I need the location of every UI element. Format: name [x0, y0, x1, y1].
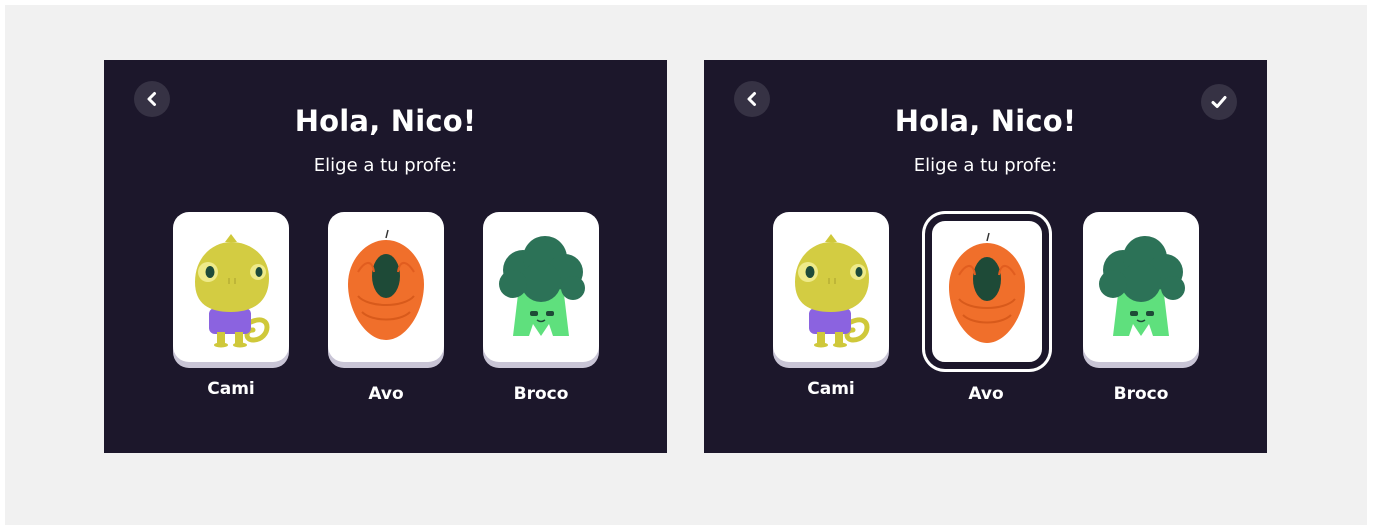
teacher-card-cami[interactable] [173, 212, 289, 362]
teacher-card-avo-selected[interactable] [929, 218, 1045, 365]
choose-teacher-subtitle: Elige a tu profe: [913, 155, 1058, 176]
teacher-card-broco[interactable] [1083, 212, 1199, 362]
teacher-name-avo: Avo [368, 384, 404, 404]
teacher-card-cami[interactable] [773, 212, 889, 362]
teacher-name-cami: Cami [207, 379, 255, 399]
teacher-select-screen-default: Hola, Nico! Elige a tu profe: Cami Avo B… [104, 60, 667, 453]
greeting-title: Hola, Nico! [894, 104, 1077, 138]
teacher-card-broco[interactable] [483, 212, 599, 362]
teacher-name-broco: Broco [513, 384, 569, 404]
teacher-name-broco: Broco [1113, 384, 1169, 404]
broccoli-avatar [1099, 236, 1185, 336]
avocado-avatar [348, 229, 424, 340]
broccoli-avatar [499, 236, 585, 336]
avocado-avatar [949, 232, 1025, 343]
teacher-select-screen-selected: Hola, Nico! Elige a tu profe: Cami Avo B… [704, 60, 1267, 453]
teacher-name-cami: Cami [807, 379, 855, 399]
teacher-card-avo[interactable] [328, 212, 444, 362]
chameleon-avatar [795, 234, 870, 348]
greeting-title: Hola, Nico! [294, 104, 477, 138]
chameleon-avatar [195, 234, 270, 348]
choose-teacher-subtitle: Elige a tu profe: [313, 155, 458, 176]
teacher-name-avo: Avo [968, 384, 1004, 404]
